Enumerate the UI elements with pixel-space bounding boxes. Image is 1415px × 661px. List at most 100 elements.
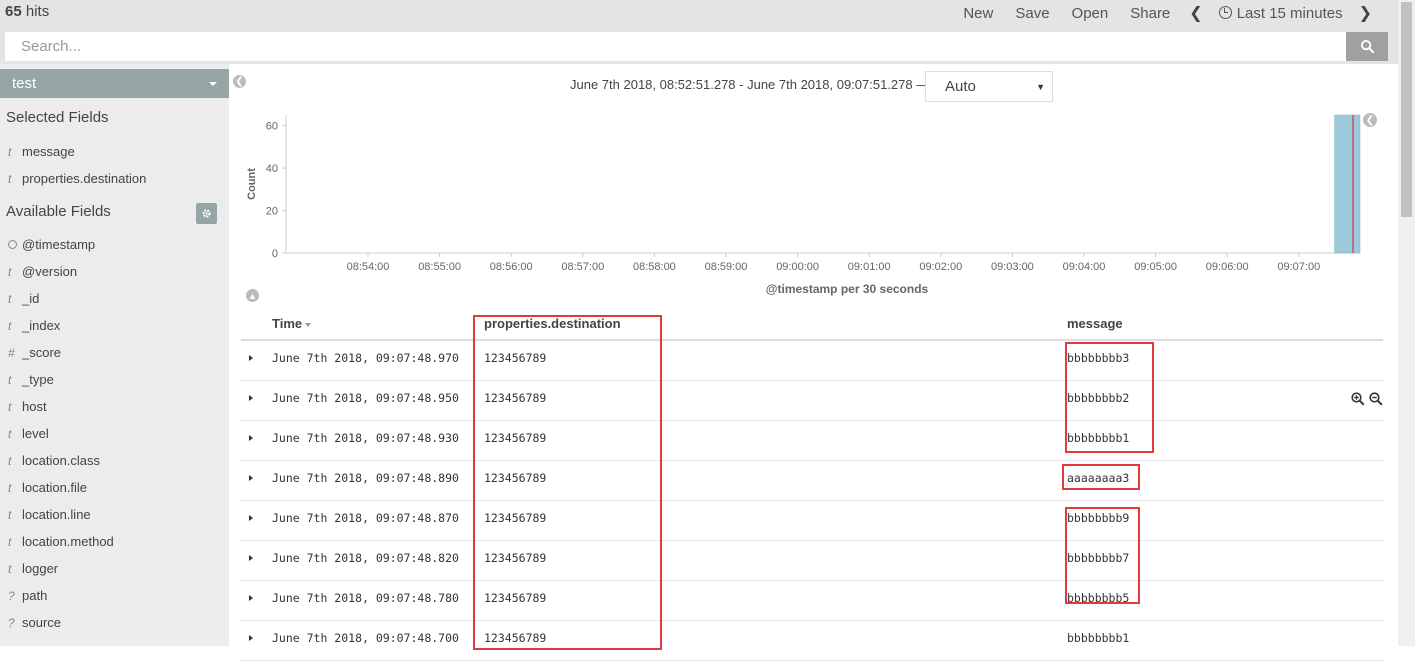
y-tick-label: 40: [266, 163, 278, 175]
table-row[interactable]: June 7th 2018, 09:07:48.820 123456789 bbbb…: [241, 541, 1383, 581]
field-type-icon: t: [8, 507, 12, 522]
new-button[interactable]: New: [963, 5, 993, 22]
field-logger[interactable]: t logger: [8, 561, 58, 576]
field-type-icon: t: [8, 372, 12, 387]
field-index[interactable]: t _index: [8, 318, 60, 333]
collapse-up-icon[interactable]: ▲: [246, 289, 259, 302]
scrollbar-thumb[interactable]: [1401, 2, 1412, 217]
expand-row-icon[interactable]: [249, 635, 253, 641]
field-name: @timestamp: [22, 237, 96, 252]
field-location-method[interactable]: t location.method: [8, 534, 114, 549]
field-name: location.method: [22, 534, 114, 549]
field-name: logger: [22, 561, 59, 576]
cell-time: June 7th 2018, 09:07:48.930: [272, 431, 459, 445]
field-type-icon: t: [8, 264, 12, 279]
field-version[interactable]: t @version: [8, 264, 77, 279]
x-tick-label: 08:57:00: [561, 261, 604, 273]
cell-time: June 7th 2018, 09:07:48.820: [272, 551, 459, 565]
cell-time: June 7th 2018, 09:07:48.700: [272, 631, 459, 645]
field-location-file[interactable]: t location.file: [8, 480, 87, 495]
interval-select[interactable]: Auto ▼: [925, 71, 1053, 102]
field-type-icon: t: [8, 318, 12, 333]
cell-message: bbbbbbbb1: [1067, 631, 1130, 645]
table-row[interactable]: June 7th 2018, 09:07:48.930 123456789 bbbb…: [241, 421, 1383, 461]
time-range-label: Last 15 minutes: [1236, 4, 1343, 22]
save-button[interactable]: Save: [1015, 5, 1049, 22]
field-type-icon: t: [8, 144, 12, 159]
expand-row-icon[interactable]: [249, 355, 253, 361]
collapse-sidebar-icon[interactable]: ❮: [233, 75, 246, 88]
search-button[interactable]: [1346, 32, 1388, 61]
table-row[interactable]: June 7th 2018, 09:07:48.970 123456789 bbbb…: [241, 341, 1383, 381]
field-properties-destination[interactable]: t properties.destination: [8, 171, 146, 186]
field-message[interactable]: t message: [8, 144, 75, 159]
time-picker-button[interactable]: Last 15 minutes: [1218, 4, 1343, 22]
expand-row-icon[interactable]: [249, 435, 253, 441]
table-row[interactable]: June 7th 2018, 09:07:48.780 123456789 bbbb…: [241, 581, 1383, 621]
table-body: June 7th 2018, 09:07:48.970 123456789 bbbb…: [241, 341, 1383, 661]
top-bar: 65 hits New Save Open Share ❮ Last 15 mi…: [0, 0, 1398, 28]
field-location-line[interactable]: t location.line: [8, 507, 91, 522]
field-name: location.line: [22, 507, 91, 522]
sort-icon[interactable]: [305, 323, 312, 327]
x-tick-label: 09:02:00: [919, 261, 962, 273]
x-tick-label: 09:06:00: [1206, 261, 1249, 273]
index-pattern-selector[interactable]: test: [0, 69, 229, 98]
table-header: Time properties.destination message: [241, 311, 1383, 341]
x-tick-label: 08:54:00: [347, 261, 390, 273]
field-type-icon: ?: [8, 615, 15, 630]
table-row[interactable]: June 7th 2018, 09:07:48.890 123456789 aaaa…: [241, 461, 1383, 501]
cell-time: June 7th 2018, 09:07:48.890: [272, 471, 459, 485]
collapse-chart-icon[interactable]: ❮: [1363, 113, 1377, 127]
gear-icon: [202, 209, 211, 218]
expand-row-icon[interactable]: [249, 475, 253, 481]
share-button[interactable]: Share: [1130, 5, 1170, 22]
x-tick-label: 08:56:00: [490, 261, 533, 273]
field-type-icon: t: [8, 291, 12, 306]
available-fields-title: Available Fields: [6, 203, 111, 220]
table-row[interactable]: June 7th 2018, 09:07:48.950 123456789 bbbb…: [241, 381, 1383, 421]
zoom-out-icon[interactable]: [1369, 392, 1383, 406]
cell-time: June 7th 2018, 09:07:48.780: [272, 591, 459, 605]
field-type-icon: t: [8, 426, 12, 441]
x-tick-label: 09:04:00: [1063, 261, 1106, 273]
field-score[interactable]: # _score: [8, 345, 61, 360]
expand-row-icon[interactable]: [249, 595, 253, 601]
search-input[interactable]: Search...: [5, 32, 1346, 61]
chevron-right-icon[interactable]: ❯: [1359, 3, 1372, 23]
field-name: path: [22, 588, 48, 603]
column-header-message[interactable]: message: [1067, 316, 1123, 331]
field-level[interactable]: t level: [8, 426, 49, 441]
field-type-icon: t: [8, 171, 12, 186]
field-name: location.file: [22, 480, 88, 495]
field-path[interactable]: ? path: [8, 588, 47, 603]
time-range-text: June 7th 2018, 08:52:51.278 - June 7th 2…: [570, 77, 930, 92]
field-location-class[interactable]: t location.class: [8, 453, 100, 468]
interval-value: Auto: [945, 78, 976, 95]
field-host[interactable]: t host: [8, 399, 47, 414]
open-button[interactable]: Open: [1072, 5, 1109, 22]
field-id[interactable]: t _id: [8, 291, 39, 306]
expand-row-icon[interactable]: [249, 555, 253, 561]
expand-row-icon[interactable]: [249, 515, 253, 521]
field-type-icon: t: [8, 534, 12, 549]
field-type[interactable]: t _type: [8, 372, 54, 387]
highlight-box-messages-b: [1065, 342, 1154, 453]
histogram-chart[interactable]: 0 20 40 60 08:54:00 08:55:00 08:56:00 08:57:00 0…: [240, 105, 1365, 300]
search-placeholder: Search...: [21, 38, 82, 55]
index-pattern-name: test: [12, 75, 37, 92]
sidebar: test Selected Fields t message t properties…: [0, 64, 229, 646]
field-timestamp[interactable]: @timestamp: [8, 237, 95, 252]
field-name: message: [22, 144, 75, 159]
hits-label: hits: [21, 3, 50, 20]
clock-icon: [1218, 5, 1232, 19]
table-row[interactable]: June 7th 2018, 09:07:48.700 123456789 bbbb…: [241, 621, 1383, 661]
zoom-in-icon[interactable]: [1351, 392, 1365, 406]
column-header-time[interactable]: Time: [272, 316, 312, 331]
field-type-icon: t: [8, 561, 12, 576]
expand-row-icon[interactable]: [249, 395, 253, 401]
field-source[interactable]: ? source: [8, 615, 61, 630]
chevron-left-icon[interactable]: ❮: [1189, 3, 1202, 23]
table-row[interactable]: June 7th 2018, 09:07:48.870 123456789 bbbb…: [241, 501, 1383, 541]
field-settings-button[interactable]: [196, 203, 217, 224]
